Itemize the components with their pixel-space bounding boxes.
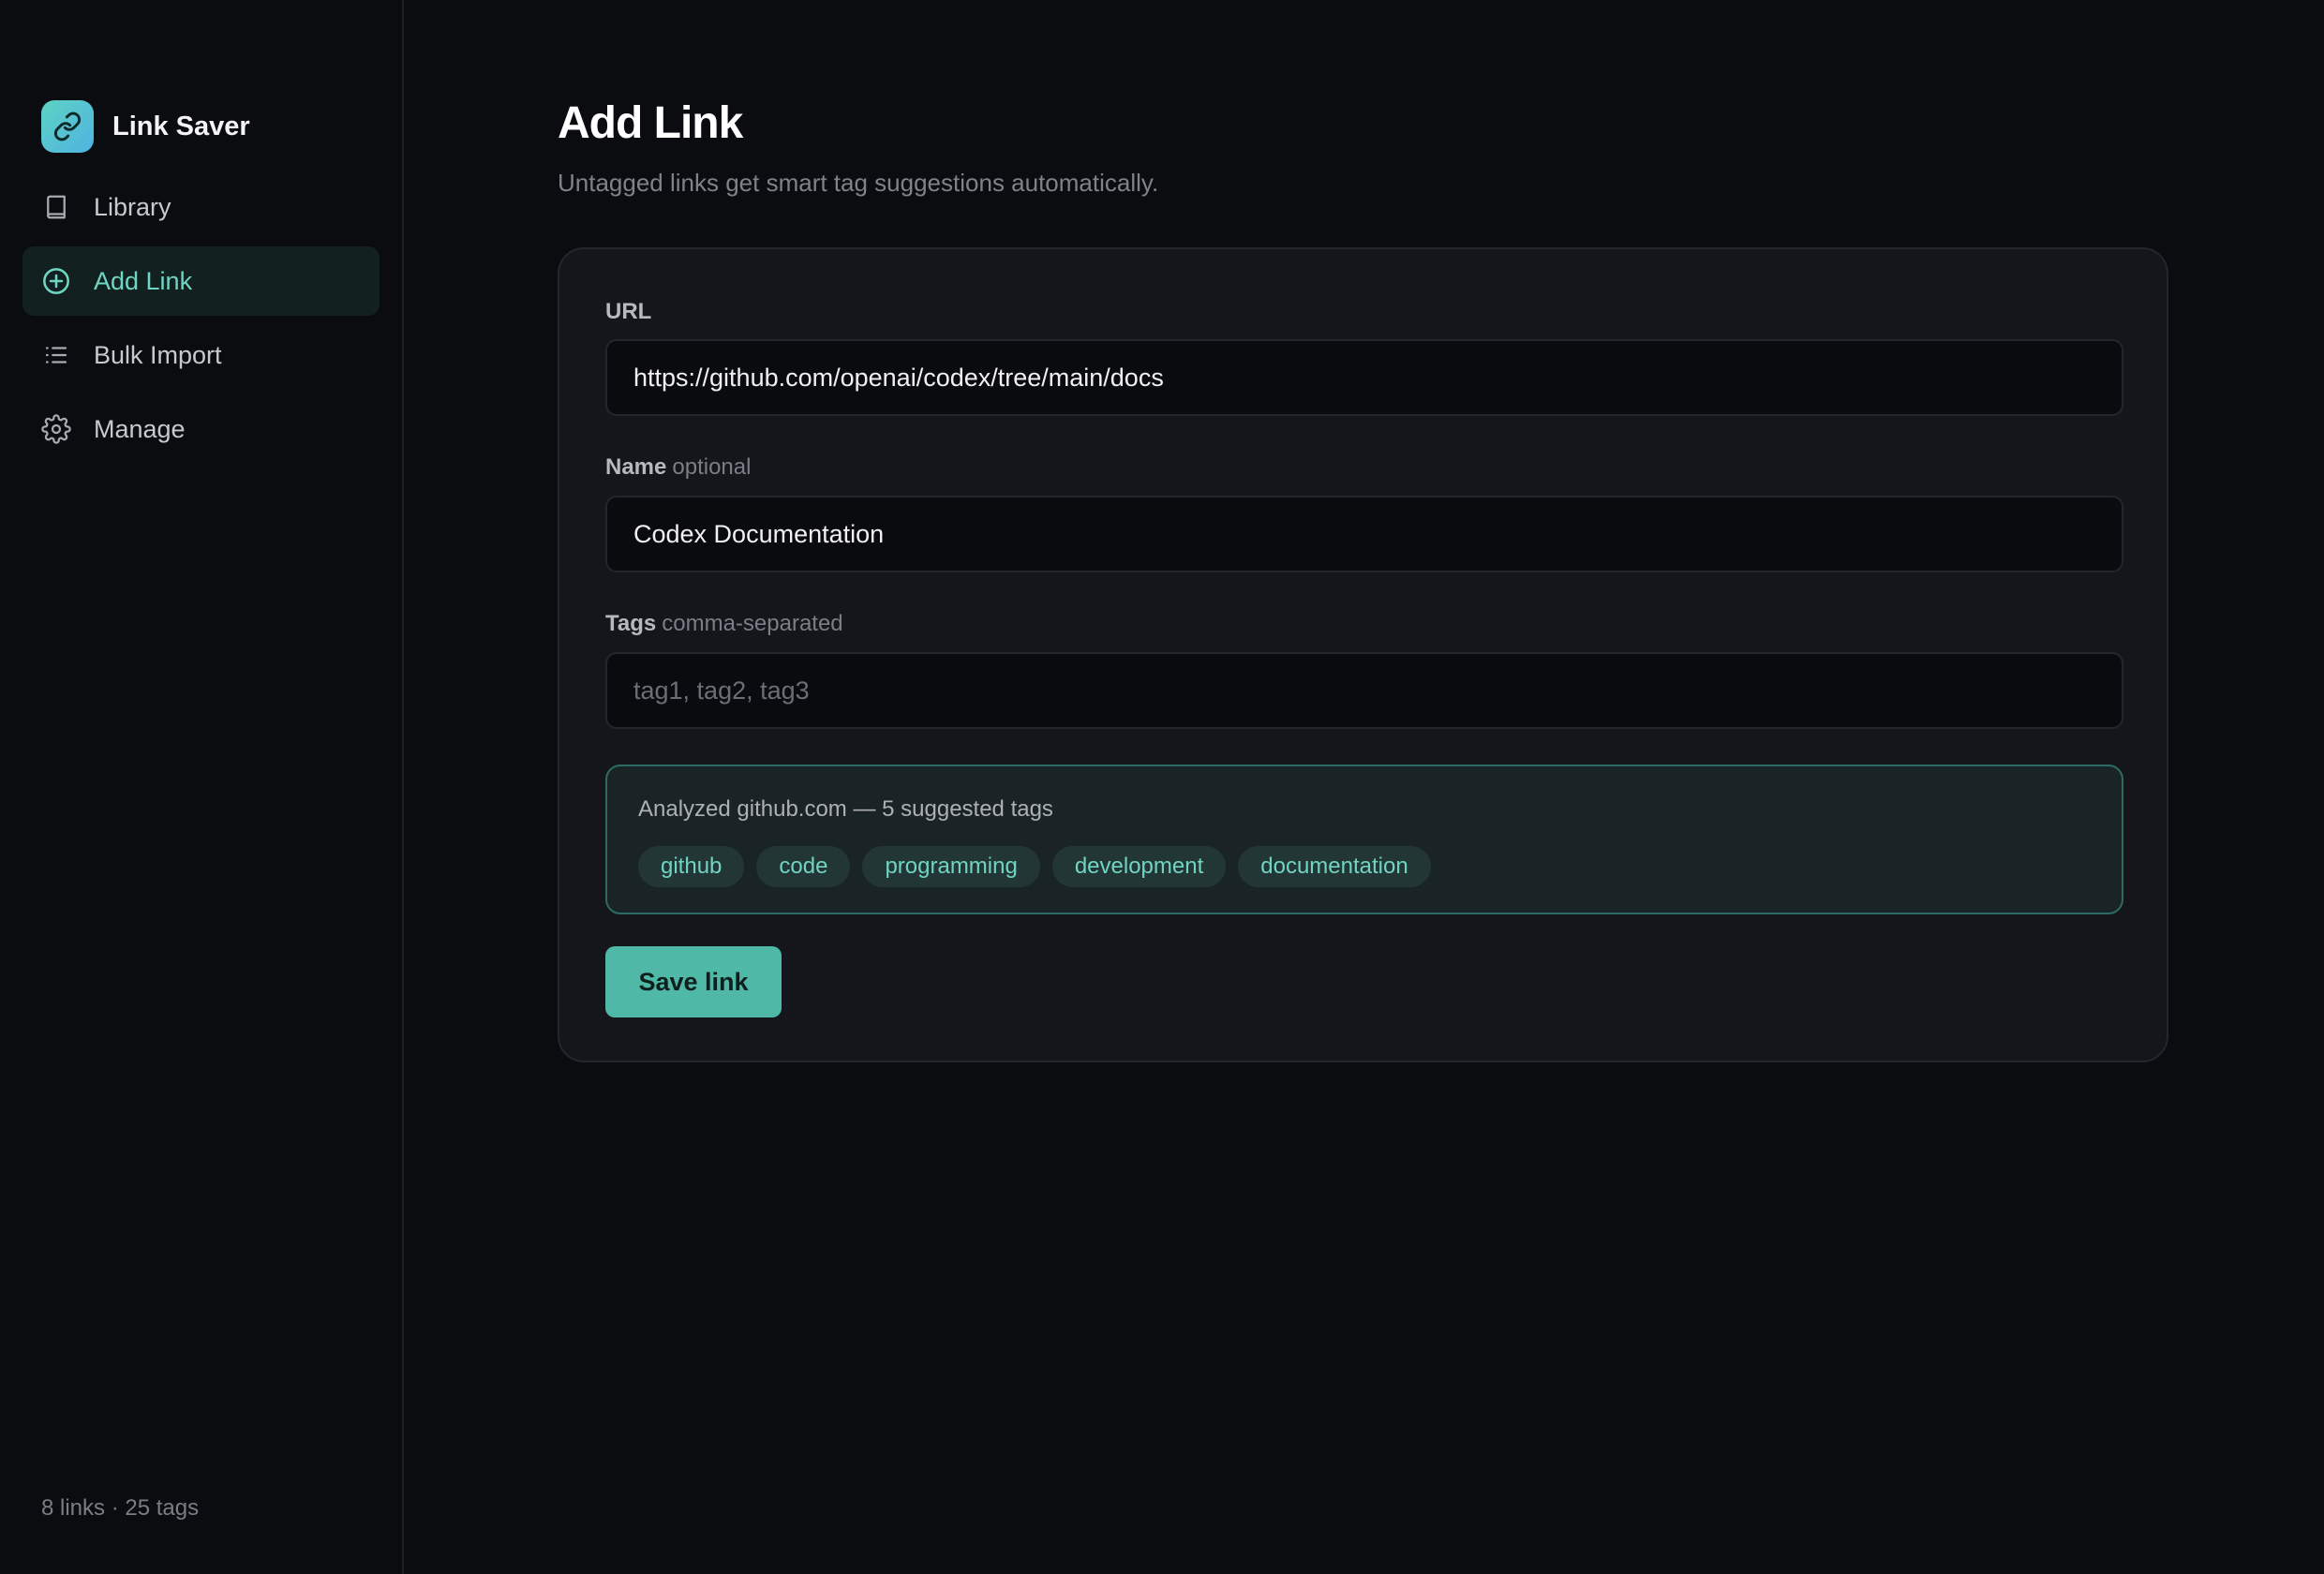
tags-label-text: Tags (605, 611, 657, 636)
suggestions-summary: Analyzed github.com — 5 suggested tags (638, 796, 1053, 822)
url-label: URL (605, 299, 651, 325)
sidebar-item-label: Manage (94, 414, 186, 443)
tags-label: Tags comma-separated (605, 611, 843, 637)
suggested-tag-chip[interactable]: github (638, 846, 745, 887)
list-icon (41, 340, 71, 370)
tags-hint: comma-separated (662, 611, 843, 636)
page-title: Add Link (558, 98, 743, 148)
url-label-text: URL (605, 299, 652, 324)
app-name: Link Saver (112, 111, 250, 141)
sidebar-item-label: Bulk Import (94, 340, 222, 369)
suggested-tag-chip[interactable]: documentation (1238, 846, 1431, 887)
suggested-tags: github code programming development docu… (638, 846, 1431, 887)
name-label: Name optional (605, 454, 751, 481)
suggested-tag-chip[interactable]: code (756, 846, 851, 887)
suggested-tag-chip[interactable]: programming (862, 846, 1040, 887)
name-hint: optional (672, 454, 752, 480)
app-root: Link Saver Library Add Link Bulk Import … (0, 0, 2324, 1574)
tag-suggestions-panel: Analyzed github.com — 5 suggested tags g… (605, 765, 2123, 914)
sidebar-nav: Library Add Link Bulk Import Manage (22, 172, 380, 464)
url-input[interactable] (605, 339, 2123, 416)
sidebar-item-manage[interactable]: Manage (22, 394, 380, 464)
main-content: Add Link Untagged links get smart tag su… (404, 0, 2324, 1574)
library-stats: 8 links · 25 tags (41, 1495, 200, 1521)
plus-circle-icon (41, 266, 71, 296)
brand: Link Saver (22, 99, 380, 154)
page-subtitle: Untagged links get smart tag suggestions… (558, 169, 1159, 197)
sidebar: Link Saver Library Add Link Bulk Import … (0, 0, 404, 1574)
sidebar-item-library[interactable]: Library (22, 172, 380, 242)
book-icon (41, 192, 71, 222)
add-link-form: URL Nameoptional Tagscomma-separated Ana… (558, 247, 2168, 1062)
sidebar-item-label: Library (94, 192, 171, 221)
name-input[interactable] (605, 496, 2123, 572)
suggested-tag-chip[interactable]: development (1051, 846, 1227, 887)
gear-icon (41, 414, 71, 444)
name-label-text: Name (605, 454, 667, 480)
link-icon (41, 100, 94, 153)
sidebar-item-bulk-import[interactable]: Bulk Import (22, 320, 380, 390)
sidebar-item-label: Add Link (94, 266, 193, 295)
sidebar-item-add-link[interactable]: Add Link (22, 246, 380, 316)
save-link-button[interactable]: Save link (605, 946, 782, 1017)
tags-input[interactable] (605, 652, 2123, 729)
